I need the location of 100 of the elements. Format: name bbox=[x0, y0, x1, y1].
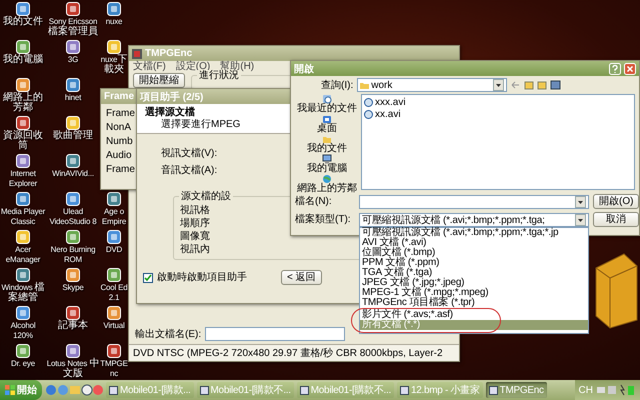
app-icon[interactable] bbox=[16, 154, 30, 168]
file-type-option[interactable]: PPM 文檔 (*.ppm) bbox=[360, 258, 588, 268]
places-item[interactable]: 我的電腦 bbox=[307, 164, 347, 174]
file-type-option[interactable]: MPEG-1 文檔 (*.mpg;*.mpeg) bbox=[360, 288, 588, 298]
app-icon[interactable] bbox=[16, 268, 30, 282]
file-type-option[interactable]: 位圖文檔 (*.bmp) bbox=[360, 248, 588, 258]
file-type-option[interactable]: JPEG 文檔 (*.jpg;*.jpeg) bbox=[360, 278, 588, 288]
filename-field[interactable] bbox=[359, 194, 589, 208]
setting-label: 視訊格 bbox=[180, 205, 210, 216]
app-icon[interactable] bbox=[16, 230, 30, 244]
look-in-dropdown[interactable]: work bbox=[357, 78, 508, 92]
menu-item[interactable]: 文檔(F) bbox=[133, 61, 166, 72]
window-title: TMPGEnc bbox=[145, 48, 192, 59]
app-icon[interactable] bbox=[16, 116, 30, 130]
places-item[interactable]: 我最近的文件 bbox=[297, 104, 357, 114]
file-type-dropdown[interactable]: 可壓縮視訊源文檔 (*.avi;*.bmp;*.ppm;*.tga; bbox=[359, 212, 589, 226]
app-icon[interactable] bbox=[107, 40, 121, 54]
status-bar: DVD NTSC (MPEG-2 720x480 29.97 畫格/秒 CBR 8000kbps, Layer-2 bbox=[129, 344, 459, 361]
setting-label: 場順序 bbox=[180, 218, 210, 229]
desktop-icon-label[interactable]: Media Player Classic bbox=[0, 207, 46, 227]
info-label: Numb bbox=[106, 136, 133, 147]
desktop-icon-label[interactable]: WinAVIVid... bbox=[46, 169, 100, 179]
app-icon[interactable] bbox=[66, 154, 80, 168]
app-icon[interactable] bbox=[107, 2, 121, 16]
file-name[interactable]: xxx.avi bbox=[375, 97, 406, 108]
app-icon[interactable] bbox=[66, 40, 80, 54]
desktop-icon-label[interactable]: TMPGEnc bbox=[100, 359, 128, 379]
app-icon[interactable] bbox=[66, 230, 80, 244]
app-icon[interactable] bbox=[107, 306, 121, 320]
app-icon[interactable] bbox=[66, 268, 80, 282]
file-type-option[interactable]: 影片文件 (*.avs;*.asf) bbox=[360, 310, 588, 320]
field-label: 查詢(I): bbox=[321, 80, 354, 90]
desktop-icon-label[interactable]: 歌曲管理 bbox=[46, 131, 100, 141]
back-button[interactable]: < 返回 bbox=[281, 270, 322, 285]
field-label: 輸出文檔名(E): bbox=[135, 328, 202, 340]
app-icon[interactable] bbox=[16, 306, 30, 320]
field-label: 檔名(N): bbox=[295, 196, 333, 207]
desktop-icon-label[interactable]: Alcohol 120% bbox=[0, 321, 46, 341]
setting-label: 視訊內 bbox=[180, 244, 210, 255]
app-icon[interactable] bbox=[66, 2, 80, 16]
places-item[interactable]: 我的文件 bbox=[307, 144, 347, 154]
app-icon[interactable] bbox=[16, 40, 30, 54]
desktop-icon-label[interactable]: Ulead VideoStudio 8 bbox=[46, 207, 100, 227]
quick-launch-icons-drawing[interactable] bbox=[45, 384, 103, 396]
app-icon[interactable] bbox=[107, 192, 121, 206]
desktop-icon-label[interactable]: 3G bbox=[46, 55, 100, 65]
desktop-icon-label[interactable]: Cool Ed 2.1 bbox=[100, 283, 128, 303]
output-file-field[interactable] bbox=[205, 327, 346, 341]
desktop-icon-label[interactable]: 網路上的芳鄰 bbox=[0, 93, 46, 113]
app-icon[interactable] bbox=[16, 78, 30, 92]
help-icon[interactable] bbox=[609, 62, 621, 74]
desktop-icon-label[interactable]: nuxe bbox=[100, 17, 128, 27]
file-type-option[interactable]: TGA 文檔 (*.tga) bbox=[360, 268, 588, 278]
file-type-option[interactable]: AVI 文檔 (*.avi) bbox=[360, 238, 588, 248]
checkbox-label[interactable]: 啟動時啟動項目助手 bbox=[157, 272, 247, 283]
desktop-icon-label[interactable]: Sony Ericsson 檔案管理員 bbox=[46, 17, 100, 37]
app-icon[interactable] bbox=[107, 344, 121, 358]
desktop-icon-label[interactable]: 資源回收筒 bbox=[0, 131, 46, 151]
app-icon[interactable] bbox=[16, 192, 30, 206]
app-icon[interactable] bbox=[16, 2, 30, 16]
desktop-icon-label[interactable]: Lotus Notes 中文版 bbox=[46, 359, 100, 379]
desktop-icon bbox=[322, 114, 332, 124]
app-icon[interactable] bbox=[107, 230, 121, 244]
desktop-icon-label[interactable]: 記事本 bbox=[46, 321, 100, 331]
desktop-icon-label[interactable]: Acer eManager bbox=[0, 245, 46, 265]
desktop-icon-label[interactable]: Dr. eye bbox=[0, 359, 46, 369]
desktop-icon-label[interactable]: Age o Empire bbox=[100, 207, 128, 227]
app-icon[interactable] bbox=[107, 268, 121, 282]
desktop-icon-label[interactable]: Virtual bbox=[100, 321, 128, 331]
file-type-option[interactable]: TMPGEnc 項目檔案 (*.tpr) bbox=[360, 298, 588, 308]
window-icon bbox=[109, 386, 118, 394]
desktop-icon-label[interactable]: DVD bbox=[100, 245, 128, 255]
desktop-icon-label[interactable]: Internet Explorer bbox=[0, 169, 46, 189]
desktop-icon-label[interactable]: Skype bbox=[46, 283, 100, 293]
app-icon[interactable] bbox=[66, 344, 80, 358]
desktop-icon-label[interactable]: 我的文件 bbox=[0, 17, 46, 27]
file-type-option[interactable]: 可壓縮視訊源文檔 (*.avi;*.bmp;*.ppm;*.tga;*.jp bbox=[360, 228, 588, 238]
close-icon[interactable] bbox=[624, 62, 636, 74]
app-icon[interactable] bbox=[66, 306, 80, 320]
desktop-icon-label[interactable]: Windows 檔案總管 bbox=[0, 283, 46, 303]
toolbar-icons-drawing[interactable] bbox=[511, 80, 564, 90]
desktop-icon-label[interactable]: hinet bbox=[46, 93, 100, 103]
desktop-icon-label[interactable]: nuxe下載夾 bbox=[100, 55, 128, 75]
window-icon bbox=[400, 386, 409, 394]
desktop-icon-label[interactable]: Nero Burning ROM bbox=[46, 245, 100, 265]
globe-icon bbox=[322, 174, 332, 184]
window-title: 開啟 bbox=[294, 62, 315, 76]
places-item[interactable]: 網路上的芳鄰 bbox=[297, 184, 357, 194]
desktop-icon-label[interactable]: 我的電腦 bbox=[0, 55, 46, 65]
cancel-button[interactable]: 取消 bbox=[593, 212, 640, 227]
app-icon[interactable] bbox=[16, 344, 30, 358]
app-icon[interactable] bbox=[66, 78, 80, 92]
file-name[interactable]: xx.avi bbox=[375, 109, 401, 120]
app-icon[interactable] bbox=[66, 192, 80, 206]
checkbox[interactable] bbox=[143, 272, 153, 282]
app-icon[interactable] bbox=[66, 116, 80, 130]
open-button[interactable]: 開啟(O) bbox=[593, 194, 640, 209]
tray-icons-drawing[interactable] bbox=[596, 384, 636, 396]
places-item[interactable]: 桌面 bbox=[317, 124, 337, 134]
start-encode-button[interactable]: 開始壓縮 bbox=[133, 73, 185, 88]
